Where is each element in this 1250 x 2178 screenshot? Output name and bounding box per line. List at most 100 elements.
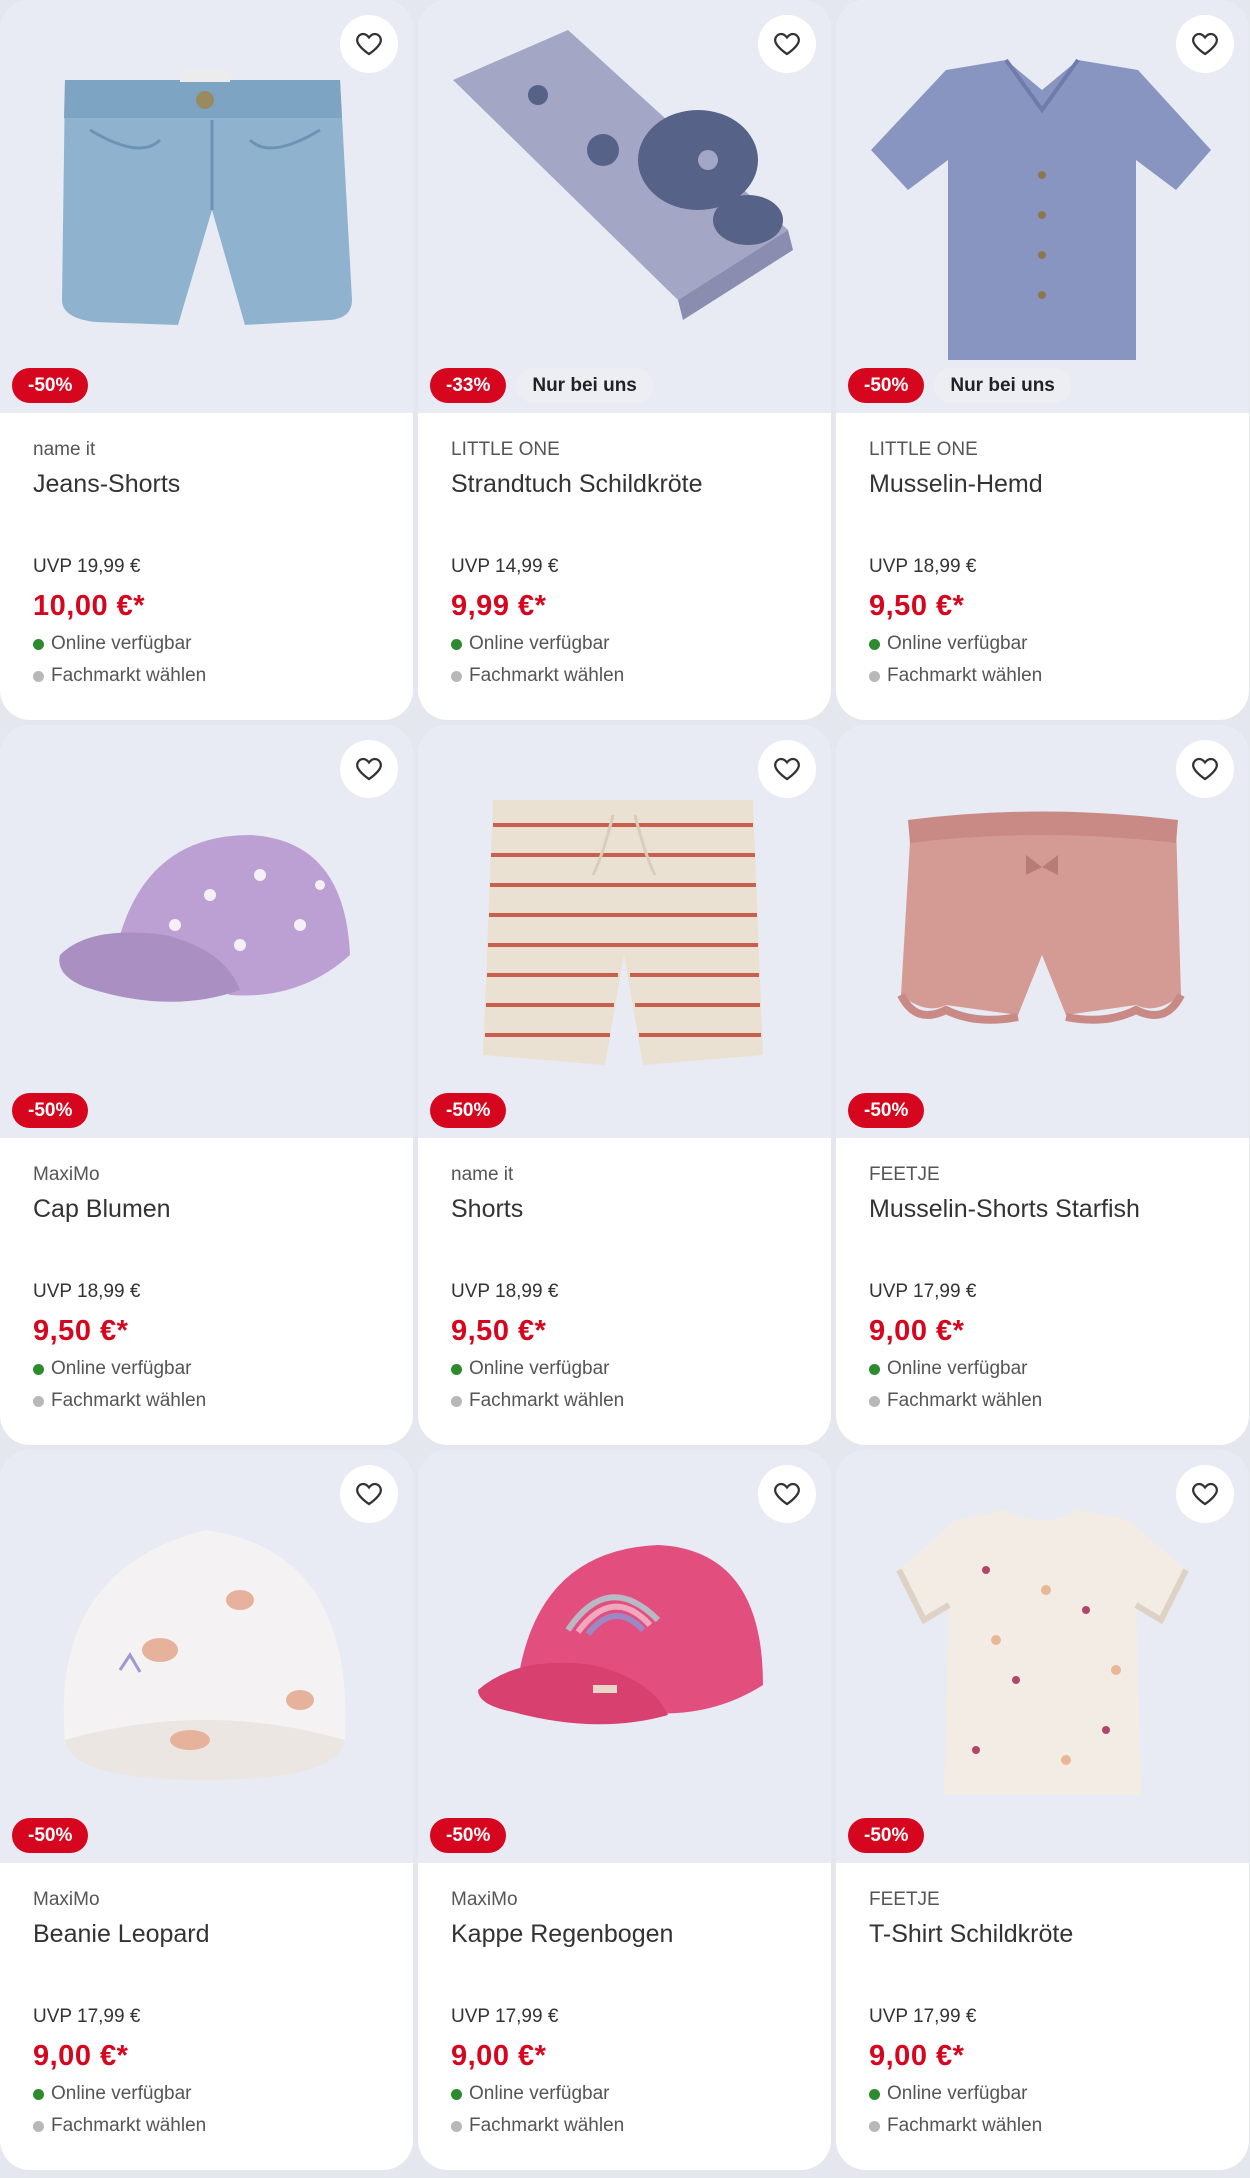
discount-badge: -50% [848, 1818, 925, 1853]
online-dot-icon [869, 638, 880, 650]
online-status: Online verfügbar [33, 1358, 380, 1380]
product-price: 9,00 €* [451, 2040, 547, 2072]
product-info: MaxiMo Kappe Regenbogen UVP 17,99 € 9,00… [418, 1863, 831, 2170]
online-label: Online verfügbar [469, 1358, 610, 1379]
product-price: 9,50 €* [869, 590, 965, 622]
favorite-button[interactable] [340, 1465, 398, 1523]
product-card[interactable]: -50% name it Shorts UVP 18,99 € 9,50 €* … [418, 725, 831, 1445]
product-card[interactable]: -50% name it Jeans-Shorts UVP 19,99 € 10… [0, 0, 413, 720]
product-image-area[interactable]: -50% [0, 0, 413, 413]
product-info: name it Jeans-Shorts UVP 19,99 € 10,00 €… [0, 413, 413, 720]
product-title[interactable]: Beanie Leopard [33, 1918, 380, 1950]
product-price: 9,99 €* [451, 590, 547, 622]
favorite-button[interactable] [1176, 1465, 1234, 1523]
product-image-area[interactable]: -50% [836, 1450, 1249, 1863]
product-info: LITTLE ONE Musselin-Hemd UVP 18,99 € 9,5… [836, 413, 1249, 720]
favorite-button[interactable] [340, 740, 398, 798]
online-dot-icon [869, 2088, 880, 2100]
online-dot-icon [869, 1363, 880, 1375]
online-status: Online verfügbar [33, 633, 380, 655]
product-title[interactable]: Cap Blumen [33, 1193, 380, 1225]
product-title[interactable]: Strandtuch Schildkröte [451, 468, 798, 500]
favorite-button[interactable] [340, 15, 398, 73]
product-title[interactable]: Jeans-Shorts [33, 468, 380, 500]
exclusive-badge: Nur bei uns [516, 368, 653, 403]
store-dot-icon [869, 1395, 880, 1407]
store-label[interactable]: Fachmarkt wählen [51, 1390, 206, 1412]
online-status: Online verfügbar [869, 633, 1216, 655]
product-grid: -50% name it Jeans-Shorts UVP 19,99 € 10… [0, 0, 1250, 2178]
favorite-button[interactable] [1176, 15, 1234, 73]
product-price: 9,00 €* [869, 2040, 965, 2072]
badge-row: -50% [12, 1093, 89, 1128]
badge-row: -33% Nur bei uns [430, 368, 653, 403]
product-image-area[interactable]: -50% [0, 725, 413, 1138]
exclusive-badge: Nur bei uns [934, 368, 1071, 403]
product-image-area[interactable]: -33% Nur bei uns [418, 0, 831, 413]
online-label: Online verfügbar [51, 1358, 192, 1379]
store-label[interactable]: Fachmarkt wählen [51, 665, 206, 687]
product-brand: MaxiMo [451, 1889, 518, 1910]
store-select[interactable]: Fachmarkt wählen [33, 1390, 380, 1412]
product-card[interactable]: -50% Nur bei uns LITTLE ONE Musselin-Hem… [836, 0, 1249, 720]
online-label: Online verfügbar [887, 633, 1028, 654]
heart-icon [1192, 1482, 1218, 1506]
favorite-button[interactable] [1176, 740, 1234, 798]
online-label: Online verfügbar [887, 2083, 1028, 2104]
product-uvp: UVP 14,99 € [451, 556, 559, 577]
online-status: Online verfügbar [869, 1358, 1216, 1380]
discount-badge: -50% [430, 1093, 507, 1128]
store-select[interactable]: Fachmarkt wählen [451, 1390, 798, 1412]
product-card[interactable]: -50% FEETJE T-Shirt Schildkröte UVP 17,9… [836, 1450, 1249, 2170]
product-title[interactable]: Musselin-Hemd [869, 468, 1216, 500]
favorite-button[interactable] [758, 740, 816, 798]
store-label[interactable]: Fachmarkt wählen [469, 665, 624, 687]
store-label[interactable]: Fachmarkt wählen [887, 665, 1042, 687]
product-image-area[interactable]: -50% [0, 1450, 413, 1863]
product-title[interactable]: Musselin-Shorts Starfish [869, 1193, 1216, 1225]
product-title[interactable]: Kappe Regenbogen [451, 1918, 798, 1950]
store-label[interactable]: Fachmarkt wählen [887, 2115, 1042, 2137]
badge-row: -50% [12, 368, 89, 403]
product-brand: FEETJE [869, 1164, 940, 1185]
product-uvp: UVP 18,99 € [451, 1281, 559, 1302]
store-select[interactable]: Fachmarkt wählen [33, 2115, 380, 2137]
product-brand: MaxiMo [33, 1164, 100, 1185]
product-image-area[interactable]: -50% Nur bei uns [836, 0, 1249, 413]
product-card[interactable]: -50% MaxiMo Kappe Regenbogen UVP 17,99 €… [418, 1450, 831, 2170]
heart-icon [774, 1482, 800, 1506]
badge-row: -50% Nur bei uns [848, 368, 1071, 403]
product-title[interactable]: T-Shirt Schildkröte [869, 1918, 1216, 1950]
online-status: Online verfügbar [451, 1358, 798, 1380]
heart-icon [356, 757, 382, 781]
store-select[interactable]: Fachmarkt wählen [451, 665, 798, 687]
store-select[interactable]: Fachmarkt wählen [33, 665, 380, 687]
store-select[interactable]: Fachmarkt wählen [451, 2115, 798, 2137]
store-select[interactable]: Fachmarkt wählen [869, 2115, 1216, 2137]
product-image-area[interactable]: -50% [418, 725, 831, 1138]
online-label: Online verfügbar [51, 633, 192, 654]
favorite-button[interactable] [758, 1465, 816, 1523]
store-label[interactable]: Fachmarkt wählen [887, 1390, 1042, 1412]
online-status: Online verfügbar [869, 2083, 1216, 2105]
product-card[interactable]: -33% Nur bei uns LITTLE ONE Strandtuch S… [418, 0, 831, 720]
online-dot-icon [451, 1363, 462, 1375]
discount-badge: -33% [430, 368, 507, 403]
product-card[interactable]: -50% FEETJE Musselin-Shorts Starfish UVP… [836, 725, 1249, 1445]
product-image-area[interactable]: -50% [418, 1450, 831, 1863]
store-dot-icon [33, 1395, 44, 1407]
product-price: 10,00 €* [33, 590, 146, 622]
store-label[interactable]: Fachmarkt wählen [469, 2115, 624, 2137]
store-label[interactable]: Fachmarkt wählen [469, 1390, 624, 1412]
favorite-button[interactable] [758, 15, 816, 73]
product-card[interactable]: -50% MaxiMo Beanie Leopard UVP 17,99 € 9… [0, 1450, 413, 2170]
store-label[interactable]: Fachmarkt wählen [51, 2115, 206, 2137]
product-price: 9,00 €* [869, 1315, 965, 1347]
product-title[interactable]: Shorts [451, 1193, 798, 1225]
product-card[interactable]: -50% MaxiMo Cap Blumen UVP 18,99 € 9,50 … [0, 725, 413, 1445]
store-select[interactable]: Fachmarkt wählen [869, 665, 1216, 687]
product-uvp: UVP 18,99 € [869, 556, 977, 577]
heart-icon [774, 32, 800, 56]
store-select[interactable]: Fachmarkt wählen [869, 1390, 1216, 1412]
product-image-area[interactable]: -50% [836, 725, 1249, 1138]
